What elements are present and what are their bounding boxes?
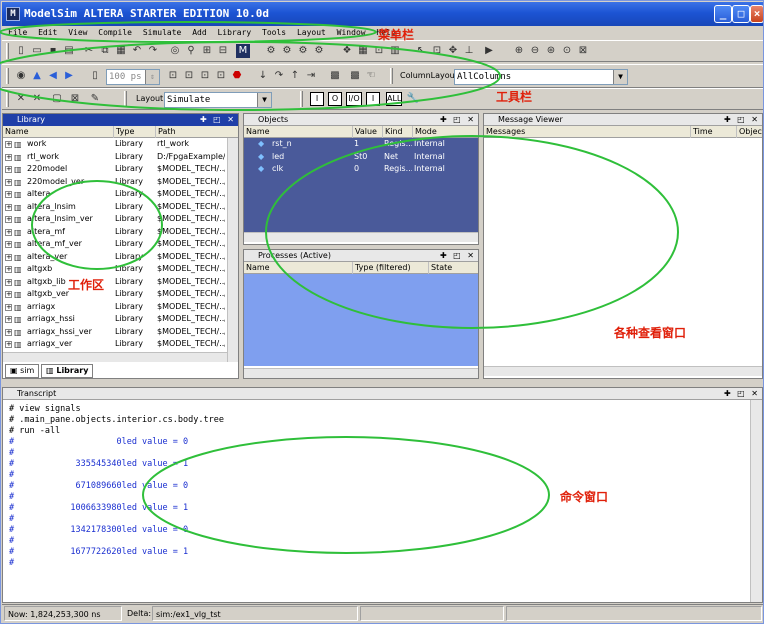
menubar-ellipse [0,21,377,43]
toolbar-ellipse [0,41,501,111]
workspace-annotation: 工作区 [68,278,105,292]
annotation-overlay [0,21,679,554]
menubar-annotation: 菜单栏 [378,28,415,42]
workspace-ellipse [31,180,163,270]
toolbar-annotation: 工具栏 [496,90,533,104]
views-ellipse [265,135,679,329]
views-annotation: 各种查看窗口 [614,326,687,340]
command-annotation: 命令窗口 [560,490,609,504]
command-ellipse [142,436,550,554]
